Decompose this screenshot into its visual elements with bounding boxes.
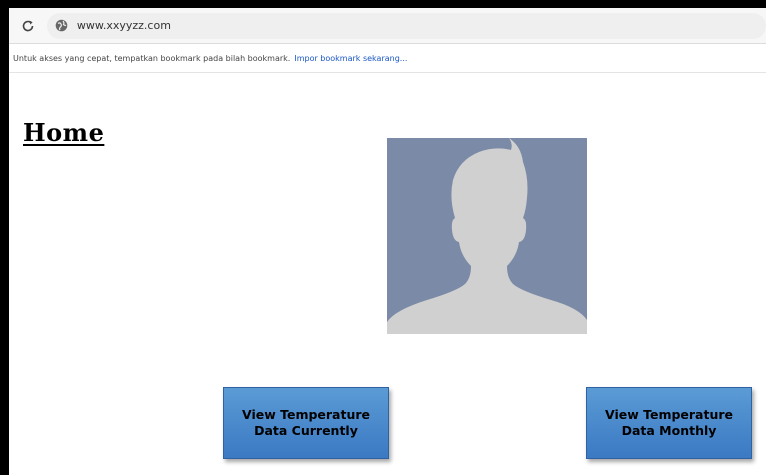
url-text[interactable]: www.xxyyzz.com [77,19,171,32]
default-profile-avatar-icon [387,138,587,334]
bookmark-hint-text: Untuk akses yang cepat, tempatkan bookma… [13,54,291,63]
address-bar[interactable]: www.xxyyzz.com [46,12,766,39]
globe-icon [55,19,69,33]
browser-toolbar: www.xxyyzz.com [9,8,766,44]
page-title: Home [23,118,105,147]
window-frame-left [0,0,9,475]
view-temperature-monthly-button[interactable]: View Temperature Data Monthly [586,387,752,459]
reload-icon[interactable] [19,17,37,35]
import-bookmarks-link[interactable]: Impor bookmark sekarang... [294,54,407,63]
view-temperature-current-button[interactable]: View Temperature Data Currently [223,387,389,459]
avatar [387,138,587,334]
page-content: Home View Temperature Data Currently Vie… [9,74,766,475]
bookmark-bar: Untuk akses yang cepat, tempatkan bookma… [9,45,766,73]
window-frame-top [0,0,766,8]
